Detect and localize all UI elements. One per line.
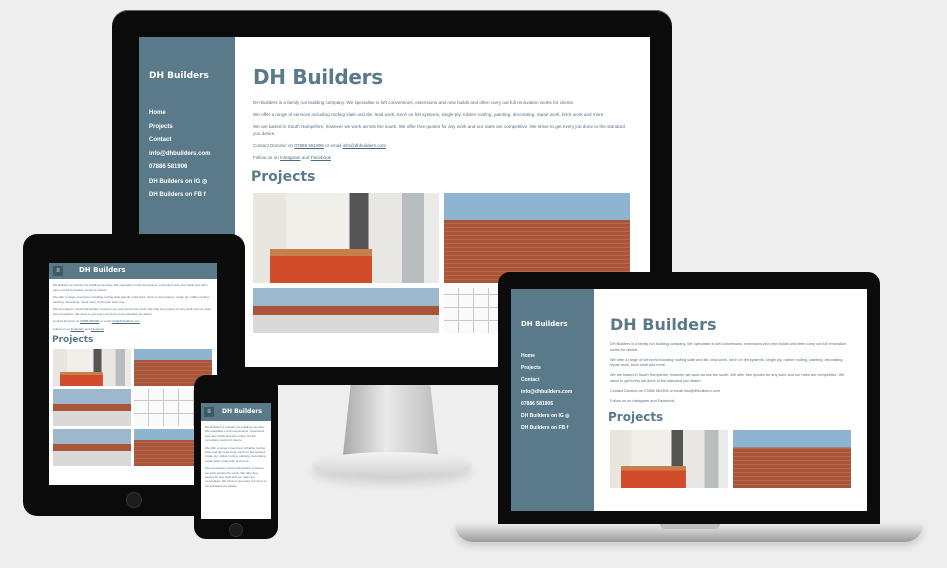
services-paragraph: We offer a range of services including r… <box>205 445 267 463</box>
nav-item-projects[interactable]: Projects <box>149 124 211 130</box>
phone-link[interactable]: 07886 581906 <box>644 389 668 393</box>
mobile-header: ≡ DH Builders <box>201 403 271 421</box>
instagram-link[interactable]: Instagram <box>632 399 649 403</box>
monitor-stand-base <box>312 452 472 478</box>
project-photo-house-exterior[interactable] <box>53 429 131 466</box>
contact-paragraph: Contact Dominic on 07886 581906 or email… <box>253 143 386 148</box>
follow-paragraph: Follow us on Instagram and Facebook <box>53 326 104 331</box>
phone-home-button[interactable] <box>229 523 243 537</box>
monitor-stand <box>343 385 438 455</box>
nav-item-phone[interactable]: 07886 581906 <box>521 401 572 407</box>
facebook-icon: f <box>203 192 206 198</box>
project-photo-flat-roof[interactable] <box>253 288 439 333</box>
facebook-icon: f <box>566 425 569 431</box>
email-link[interactable]: info@dhbuilders.com <box>112 319 140 323</box>
location-paragraph: We are based in South Hampshire, however… <box>205 466 267 488</box>
contact-paragraph: Contact Dominic on 07886 581906 or email… <box>610 388 720 393</box>
menu-icon[interactable]: ≡ <box>53 266 63 276</box>
location-paragraph: We are based in South Hampshire, however… <box>53 307 211 316</box>
tablet-home-button[interactable] <box>126 492 142 508</box>
sidebar-nav: Home Projects Contact info@dhbuilders.co… <box>149 110 211 206</box>
sidebar: DH Builders Home Projects Contact info@d… <box>511 289 594 511</box>
location-paragraph: We are based in South Hampshire, however… <box>610 373 845 383</box>
instagram-icon: ◎ <box>565 413 570 419</box>
follow-paragraph: Follow us on Instagram and Facebook <box>253 155 331 160</box>
services-paragraph: We offer a range of services including r… <box>53 295 210 304</box>
sidebar-brand[interactable]: DH Builders <box>521 320 568 328</box>
phone-screen: ≡ DH Builders DH Builders is a family ru… <box>201 403 271 519</box>
projects-heading: Projects <box>251 169 316 185</box>
facebook-link[interactable]: Facebook <box>658 399 675 403</box>
laptop-notch <box>660 524 720 529</box>
main-content: DH Builders is a family run building com… <box>205 425 267 491</box>
intro-paragraph: DH Builders is a family run building com… <box>253 100 575 105</box>
header-brand[interactable]: DH Builders <box>79 266 126 274</box>
laptop-screen: DH Builders Home Projects Contact info@d… <box>511 289 867 511</box>
nav-item-email[interactable]: info@dhbuilders.com <box>149 151 211 157</box>
email-link[interactable]: info@dhbuilders.com <box>343 143 386 148</box>
services-paragraph: We offer a range of services including r… <box>610 357 844 368</box>
facebook-link[interactable]: Facebook <box>311 155 331 160</box>
phone-link[interactable]: 07886 581906 <box>80 319 99 323</box>
project-photo-brick-wall[interactable] <box>444 193 630 283</box>
location-paragraph: We are based in South Hampshire, however… <box>253 124 625 136</box>
nav-item-phone[interactable]: 07886 581906 <box>149 164 211 170</box>
nav-item-contact[interactable]: Contact <box>149 137 211 143</box>
facebook-link[interactable]: Facebook <box>91 327 104 331</box>
header-brand[interactable]: DH Builders <box>222 408 262 415</box>
nav-item-email[interactable]: info@dhbuilders.com <box>521 389 572 395</box>
project-photo-brick-wall[interactable] <box>733 430 851 489</box>
sidebar-brand[interactable]: DH Builders <box>149 71 209 81</box>
contact-paragraph: Contact Dominic on 07886 581906 or email… <box>53 319 140 323</box>
project-photo-kitchen[interactable] <box>253 193 439 283</box>
main-content: DH Builders DH Builders is a family run … <box>608 315 852 489</box>
follow-paragraph: Follow us on Instagram and Facebook <box>610 398 675 403</box>
nav-item-home[interactable]: Home <box>521 353 572 359</box>
phone-link[interactable]: 07886 581906 <box>294 143 323 148</box>
nav-item-home[interactable]: Home <box>149 110 211 116</box>
project-photo-kitchen[interactable] <box>53 349 131 386</box>
project-gallery <box>53 349 213 466</box>
mobile-header: ≡ DH Builders <box>49 263 217 279</box>
project-photo-flat-roof[interactable] <box>53 389 131 426</box>
services-paragraph: We offer a range of services including r… <box>253 112 605 117</box>
instagram-link[interactable]: Instagram <box>280 155 300 160</box>
projects-heading: Projects <box>52 335 94 345</box>
projects-heading: Projects <box>608 410 664 425</box>
intro-paragraph: DH Builders is a family run building com… <box>205 425 266 443</box>
intro-paragraph: DH Builders is a family run building com… <box>610 342 847 352</box>
main-content: DH Builders is a family run building com… <box>52 283 213 466</box>
nav-item-instagram[interactable]: DH Builders on IG ◎ <box>149 178 211 185</box>
nav-item-instagram[interactable]: DH Builders on IG ◎ <box>521 413 572 419</box>
nav-item-facebook[interactable]: DH Builders on FB f <box>521 425 572 431</box>
sidebar-nav: Home Projects Contact info@dhbuilders.co… <box>521 353 572 437</box>
email-link[interactable]: info@dhbuilders.com <box>684 389 720 393</box>
nav-item-projects[interactable]: Projects <box>521 365 572 371</box>
nav-item-facebook[interactable]: DH Builders on FB f <box>149 192 211 198</box>
tablet-screen: ≡ DH Builders DH Builders is a family ru… <box>49 263 217 485</box>
page-title: DH Builders <box>610 315 717 334</box>
project-gallery <box>610 430 852 489</box>
project-photo-kitchen[interactable] <box>610 430 728 489</box>
nav-item-contact[interactable]: Contact <box>521 377 572 383</box>
instagram-link[interactable]: Instagram <box>71 327 84 331</box>
instagram-icon: ◎ <box>202 178 208 185</box>
intro-paragraph: DH Builders is a family run building com… <box>53 283 208 292</box>
menu-icon[interactable]: ≡ <box>204 407 214 417</box>
page-title: DH Builders <box>253 65 383 89</box>
